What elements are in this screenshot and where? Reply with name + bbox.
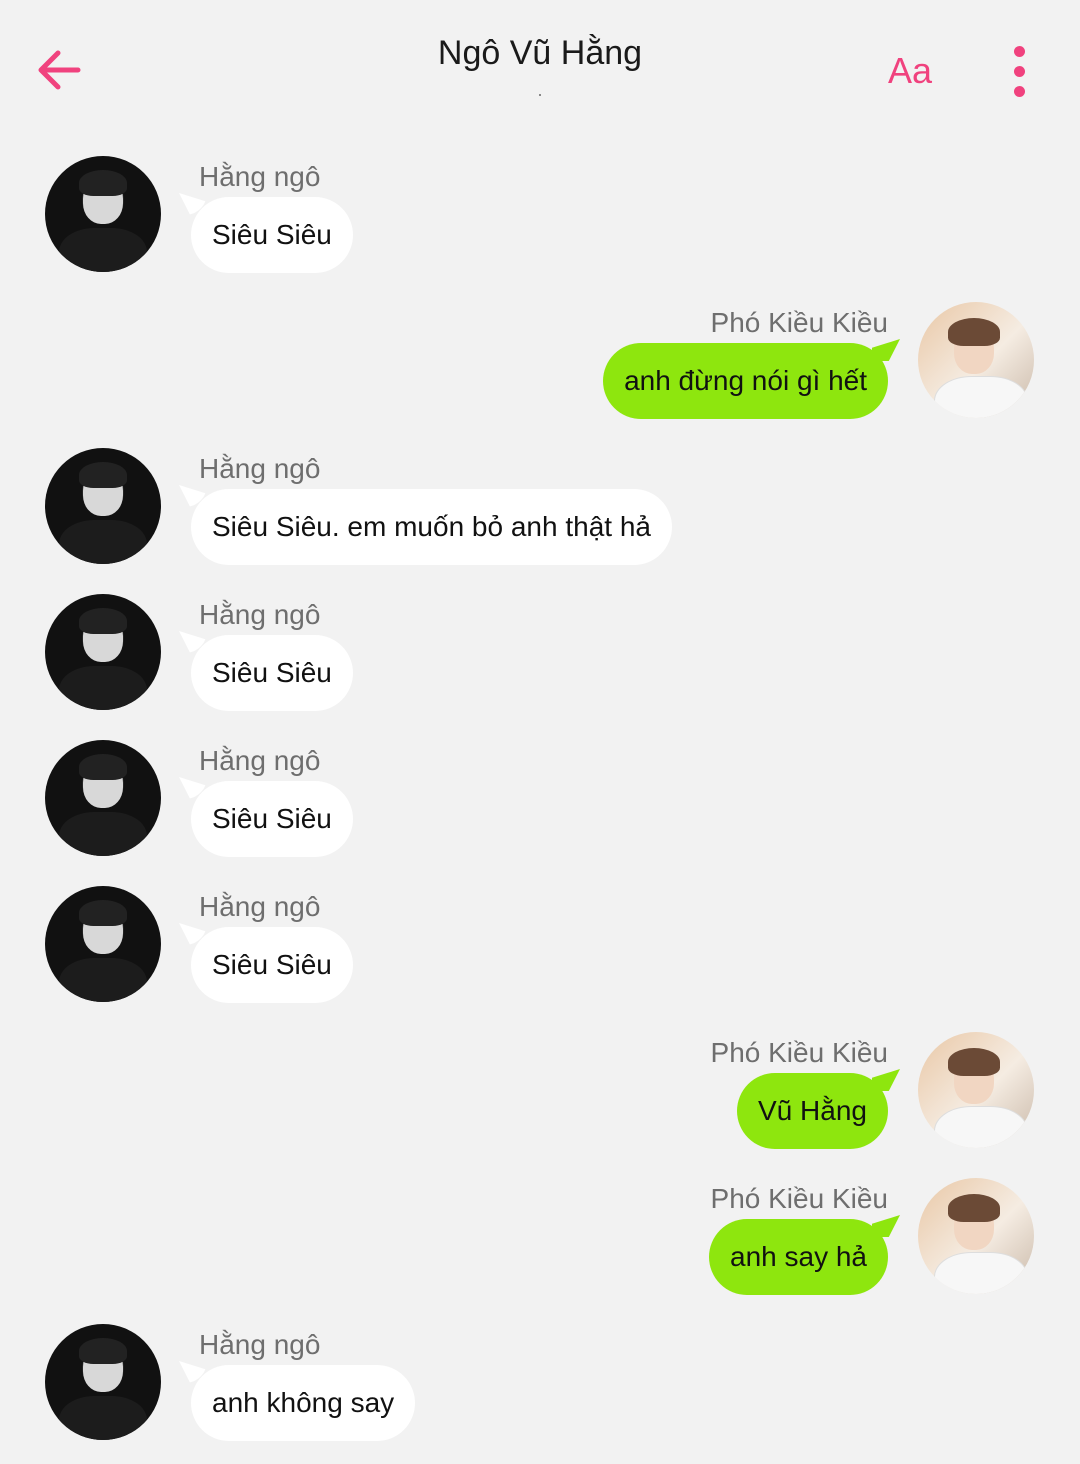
avatar[interactable]	[45, 886, 161, 1002]
sender-name: Phó Kiều Kiều	[710, 1183, 888, 1214]
avatar[interactable]	[45, 594, 161, 710]
message-bubble[interactable]: anh say hả	[709, 1219, 888, 1295]
avatar[interactable]	[45, 156, 161, 272]
more-options-button[interactable]	[1004, 42, 1034, 102]
chat-screen: Ngô Vũ Hằng . Aa Hằng ngô Siêu Siêu Phó …	[0, 0, 1080, 1464]
message-bubble[interactable]: Siêu Siêu	[191, 635, 353, 711]
sender-name: Phó Kiều Kiều	[710, 1037, 888, 1068]
font-size-button[interactable]: Aa	[888, 50, 932, 92]
message-bubble[interactable]: Vũ Hằng	[737, 1073, 888, 1149]
sender-name: Hằng ngô	[199, 745, 321, 776]
avatar[interactable]	[918, 1178, 1034, 1294]
vertical-dots-icon	[1004, 46, 1034, 97]
sender-name: Hằng ngô	[199, 1329, 321, 1360]
message-bubble[interactable]: anh không say	[191, 1365, 416, 1441]
avatar[interactable]	[918, 302, 1034, 418]
message-bubble[interactable]: anh đừng nói gì hết	[603, 343, 888, 419]
avatar[interactable]	[45, 448, 161, 564]
chat-header: Ngô Vũ Hằng . Aa	[0, 0, 1080, 130]
message-bubble[interactable]: Siêu Siêu	[191, 781, 353, 857]
message-bubble[interactable]: Siêu Siêu	[191, 197, 353, 273]
avatar[interactable]	[45, 740, 161, 856]
message-bubble[interactable]: Siêu Siêu. em muốn bỏ anh thật hả	[191, 489, 672, 565]
avatar[interactable]	[918, 1032, 1034, 1148]
sender-name: Hằng ngô	[199, 599, 321, 630]
sender-name: Hằng ngô	[199, 161, 321, 192]
message-bubble[interactable]: Siêu Siêu	[191, 927, 353, 1003]
sender-name: Phó Kiều Kiều	[710, 307, 888, 338]
avatar[interactable]	[45, 1324, 161, 1440]
sender-name: Hằng ngô	[199, 453, 321, 484]
sender-name: Hằng ngô	[199, 891, 321, 922]
